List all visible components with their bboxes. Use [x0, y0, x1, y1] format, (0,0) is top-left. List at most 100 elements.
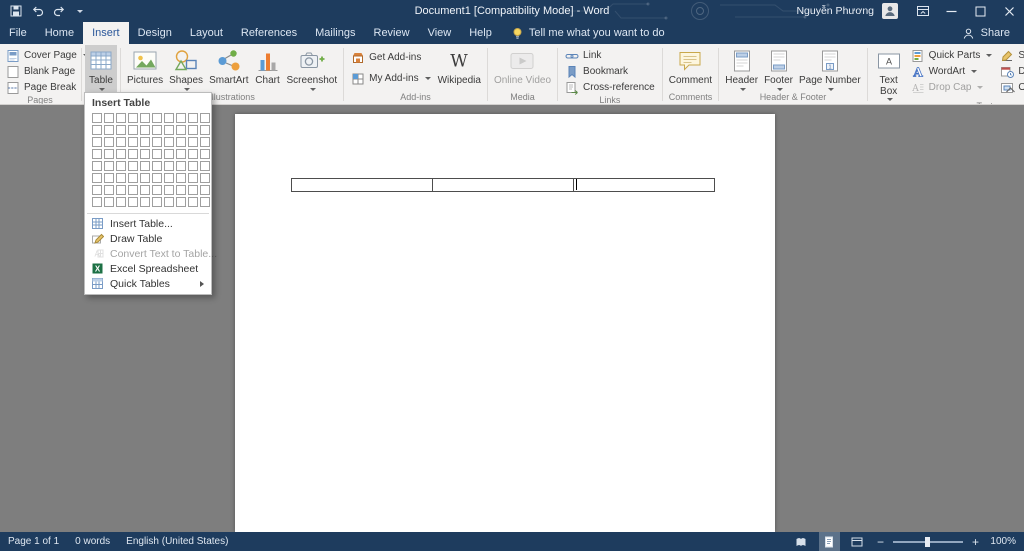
- page-indicator[interactable]: Page 1 of 1: [8, 536, 59, 547]
- grid-cell[interactable]: [152, 149, 162, 159]
- text-box-button[interactable]: A Text Box: [871, 45, 907, 101]
- grid-cell[interactable]: [164, 113, 174, 123]
- tab-references[interactable]: References: [232, 22, 306, 44]
- wordart-button[interactable]: A WordArt: [907, 64, 997, 79]
- grid-cell[interactable]: [176, 125, 186, 135]
- grid-cell[interactable]: [116, 185, 126, 195]
- grid-cell[interactable]: [164, 185, 174, 195]
- cover-page-button[interactable]: Cover Page: [2, 48, 93, 63]
- grid-cell[interactable]: [92, 113, 102, 123]
- smartart-button[interactable]: SmartArt: [206, 45, 251, 92]
- menu-item-excel-spreadsheet[interactable]: X Excel Spreadsheet: [85, 261, 211, 276]
- grid-cell[interactable]: [188, 185, 198, 195]
- page-number-button[interactable]: 1 Page Number: [796, 45, 864, 92]
- table-cell[interactable]: [433, 179, 574, 191]
- tab-insert[interactable]: Insert: [83, 22, 129, 44]
- cross-reference-button[interactable]: Cross-reference: [561, 80, 659, 95]
- grid-cell[interactable]: [116, 125, 126, 135]
- grid-cell[interactable]: [188, 161, 198, 171]
- grid-cell[interactable]: [188, 173, 198, 183]
- comment-button[interactable]: Comment: [666, 45, 715, 92]
- grid-cell[interactable]: [140, 137, 150, 147]
- grid-cell[interactable]: [128, 113, 138, 123]
- grid-cell[interactable]: [140, 185, 150, 195]
- read-mode-button[interactable]: [791, 532, 812, 551]
- page-break-button[interactable]: Page Break: [2, 80, 93, 95]
- grid-cell[interactable]: [140, 173, 150, 183]
- grid-cell[interactable]: [152, 137, 162, 147]
- save-button[interactable]: [10, 5, 22, 17]
- grid-cell[interactable]: [176, 161, 186, 171]
- grid-cell[interactable]: [200, 125, 210, 135]
- grid-cell[interactable]: [116, 173, 126, 183]
- grid-cell[interactable]: [116, 197, 126, 207]
- grid-cell[interactable]: [92, 149, 102, 159]
- account-name[interactable]: Nguyễn Phương: [788, 5, 882, 17]
- grid-cell[interactable]: [152, 173, 162, 183]
- grid-cell[interactable]: [140, 113, 150, 123]
- grid-cell[interactable]: [200, 137, 210, 147]
- grid-cell[interactable]: [104, 185, 114, 195]
- repeat-button[interactable]: [53, 5, 66, 17]
- shapes-button[interactable]: Shapes: [166, 45, 206, 92]
- grid-cell[interactable]: [104, 113, 114, 123]
- close-button[interactable]: [995, 0, 1024, 22]
- table-button[interactable]: Table: [85, 45, 117, 92]
- grid-cell[interactable]: [116, 149, 126, 159]
- grid-cell[interactable]: [140, 149, 150, 159]
- grid-cell[interactable]: [128, 149, 138, 159]
- grid-cell[interactable]: [140, 125, 150, 135]
- quick-parts-button[interactable]: Quick Parts: [907, 48, 997, 63]
- grid-cell[interactable]: [104, 161, 114, 171]
- zoom-level[interactable]: 100%: [988, 536, 1016, 547]
- grid-cell[interactable]: [128, 185, 138, 195]
- grid-cell[interactable]: [92, 185, 102, 195]
- ribbon-display-options-button[interactable]: [908, 0, 937, 22]
- grid-cell[interactable]: [188, 137, 198, 147]
- my-add-ins-button[interactable]: My Add-ins: [347, 71, 434, 86]
- grid-cell[interactable]: [104, 197, 114, 207]
- grid-cell[interactable]: [104, 137, 114, 147]
- menu-item-insert-table[interactable]: Insert Table...: [85, 216, 211, 231]
- grid-cell[interactable]: [164, 125, 174, 135]
- grid-cell[interactable]: [152, 197, 162, 207]
- pictures-button[interactable]: Pictures: [124, 45, 166, 92]
- collapse-ribbon-button[interactable]: [1005, 81, 1016, 99]
- tab-design[interactable]: Design: [129, 22, 181, 44]
- grid-cell[interactable]: [128, 125, 138, 135]
- grid-cell[interactable]: [152, 125, 162, 135]
- grid-cell[interactable]: [176, 197, 186, 207]
- grid-cell[interactable]: [200, 197, 210, 207]
- grid-cell[interactable]: [116, 113, 126, 123]
- tab-mailings[interactable]: Mailings: [306, 22, 364, 44]
- menu-item-quick-tables[interactable]: Quick Tables: [85, 276, 211, 291]
- grid-cell[interactable]: [200, 185, 210, 195]
- grid-cell[interactable]: [200, 113, 210, 123]
- grid-cell[interactable]: [152, 185, 162, 195]
- get-add-ins-button[interactable]: Get Add-ins: [347, 50, 434, 65]
- grid-cell[interactable]: [128, 137, 138, 147]
- grid-cell[interactable]: [92, 197, 102, 207]
- grid-cell[interactable]: [104, 173, 114, 183]
- language-indicator[interactable]: English (United States): [126, 536, 228, 547]
- print-layout-button[interactable]: [818, 532, 840, 551]
- account-avatar[interactable]: [882, 3, 898, 19]
- tab-layout[interactable]: Layout: [181, 22, 232, 44]
- grid-cell[interactable]: [164, 137, 174, 147]
- screenshot-button[interactable]: Screenshot: [284, 45, 341, 92]
- grid-cell[interactable]: [92, 125, 102, 135]
- grid-cell[interactable]: [188, 197, 198, 207]
- link-button[interactable]: Link: [561, 48, 659, 63]
- grid-cell[interactable]: [200, 173, 210, 183]
- grid-cell[interactable]: [104, 149, 114, 159]
- zoom-slider-thumb[interactable]: [924, 536, 930, 547]
- zoom-out-button[interactable]: −: [875, 535, 886, 549]
- grid-cell[interactable]: [164, 161, 174, 171]
- tab-view[interactable]: View: [419, 22, 461, 44]
- grid-cell[interactable]: [92, 137, 102, 147]
- zoom-in-button[interactable]: +: [970, 535, 981, 549]
- grid-cell[interactable]: [200, 149, 210, 159]
- document-table[interactable]: [291, 178, 715, 192]
- tab-file[interactable]: File: [0, 22, 36, 44]
- grid-cell[interactable]: [164, 197, 174, 207]
